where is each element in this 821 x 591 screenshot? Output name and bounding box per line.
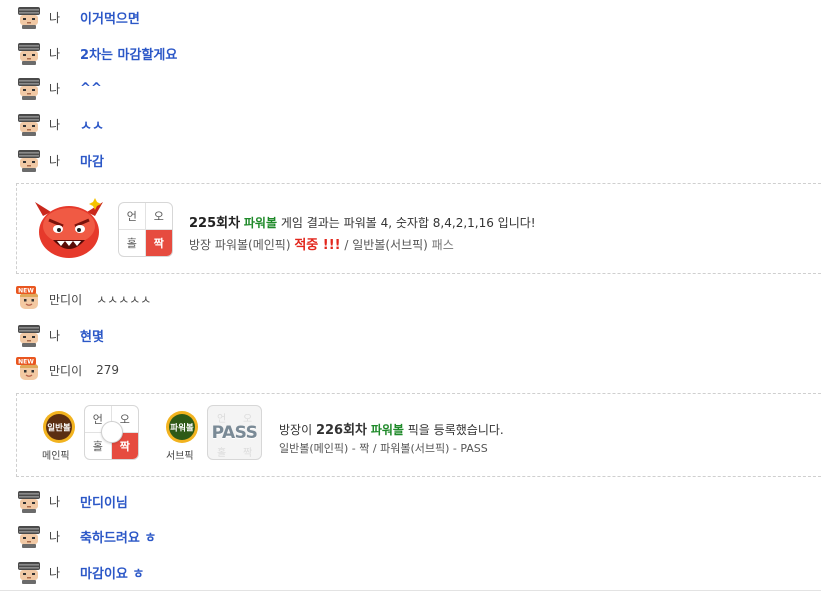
host-pick-label: 방장 파워볼(메인픽) [189, 238, 295, 252]
message-nick: 나 [49, 565, 61, 580]
message-text: 2차는 마감할게요 [80, 47, 178, 63]
message-text: 마감이요 ㅎ [80, 566, 145, 582]
grid-cell-odd: 홀 [119, 229, 146, 256]
message-nick: 나 [49, 117, 61, 132]
chat-message: 나 2차는 마감할게요 [16, 40, 177, 66]
grid-cell-under: 언 [119, 203, 146, 230]
message-text: ^^ [80, 80, 102, 96]
message-text: 축하드려요 ㅎ [80, 530, 157, 546]
helmet-soldier-avatar-icon [16, 111, 42, 137]
helmet-soldier-avatar-icon [16, 523, 42, 549]
helmet-soldier-avatar-icon [16, 559, 42, 585]
message-nick: 나 [49, 46, 61, 61]
message-nick: 나 [49, 494, 61, 509]
round-number: 225회차 [189, 216, 241, 231]
sub-pick-label: 서브픽 [166, 451, 194, 462]
odd-even-result-grid: 언 오 홀 짝 [118, 202, 173, 257]
pick-suffix: 픽을 등록했습니다. [403, 423, 504, 437]
message-text: ㅅㅅ [80, 118, 104, 134]
hit-status: 적중 !!! [294, 238, 341, 253]
faint-cell-odd: 홀 [217, 448, 227, 459]
pass-status: 패스 [431, 238, 454, 252]
message-nick: 나 [49, 153, 61, 168]
chat-message: 나 이거먹으면 [16, 4, 140, 30]
message-text: 마감 [80, 154, 104, 170]
pick-line-2: 일반볼(메인픽) - 짝 / 파워볼(서브픽) - PASS [279, 442, 488, 455]
pass-pick-box: 언 오 홀 짝 PASS [207, 405, 262, 460]
main-pick-label: 메인픽 [42, 451, 70, 462]
pick-registration-card: 일반볼 메인픽 언 오 홀 짝 파워볼 서브픽 언 오 홀 짝 PASS 방장이… [16, 393, 821, 477]
sub-badge-text: 파워볼 [170, 423, 194, 434]
helmet-soldier-avatar-icon [16, 75, 42, 101]
message-text: ㅅㅅㅅㅅㅅ [96, 292, 152, 307]
game-name: 파워볼 [370, 423, 404, 437]
chat-message: 나 마감이요 ㅎ [16, 559, 144, 585]
grid-cell-even-selected: 짝 [145, 229, 172, 256]
message-nick: 만디이 [49, 363, 83, 378]
round-number: 226회차 [315, 423, 367, 438]
helmet-soldier-avatar-icon [16, 40, 42, 66]
pick-toggle-knob [101, 421, 123, 443]
sub-pick-label: / 일반볼(서브픽) [340, 238, 432, 252]
chat-message: 나 ㅅㅅ [16, 111, 104, 137]
result-line-2: 방장 파워볼(메인픽) 적중 !!! / 일반볼(서브픽) 패스 [189, 234, 454, 253]
chat-message: 나 만디이님 [16, 488, 128, 514]
result-line-1: 225회차 파워볼 게임 결과는 파워볼 4, 숫자합 8,4,2,1,16 입… [189, 212, 536, 231]
helmet-soldier-avatar-icon [16, 322, 42, 348]
game-result-card: 언 오 홀 짝 225회차 파워볼 게임 결과는 파워볼 4, 숫자합 8,4,… [16, 183, 821, 274]
chat-message: 나 축하드려요 ㅎ [16, 523, 156, 549]
grid-cell-over: 오 [145, 203, 172, 230]
chat-message: 나 ^^ [16, 75, 102, 101]
result-detail: 게임 결과는 파워볼 4, 숫자합 8,4,2,1,16 입니다! [277, 216, 536, 230]
chat-message: 만디이 279 [16, 357, 119, 383]
general-ball-badge-icon: 일반볼 [43, 411, 75, 443]
pick-line-1: 방장이 226회차 파워볼 픽을 등록했습니다. [279, 419, 504, 438]
message-nick: 만디이 [49, 292, 83, 307]
game-name: 파워볼 [243, 216, 278, 230]
faint-cell-even: 짝 [243, 448, 253, 459]
chat-message: 만디이 ㅅㅅㅅㅅㅅ [16, 286, 151, 312]
helmet-soldier-avatar-icon [16, 4, 42, 30]
chat-message: 나 마감 [16, 147, 104, 173]
message-text: 이거먹으면 [80, 11, 140, 27]
message-text: 만디이님 [80, 495, 128, 511]
pick-prefix: 방장이 [279, 423, 316, 437]
powerball-badge-icon: 파워볼 [166, 411, 198, 443]
helmet-soldier-avatar-icon [16, 488, 42, 514]
message-text: 현몇 [80, 329, 104, 345]
new-user-avatar-icon [16, 357, 42, 383]
red-devil-emoji-icon [35, 198, 103, 258]
message-text: 279 [96, 363, 120, 377]
new-user-avatar-icon [16, 286, 42, 312]
message-nick: 나 [49, 529, 61, 544]
main-badge-text: 일반볼 [47, 423, 71, 434]
chat-message: 나 현몇 [16, 322, 104, 348]
message-nick: 나 [49, 10, 61, 25]
helmet-soldier-avatar-icon [16, 147, 42, 173]
message-nick: 나 [49, 81, 61, 96]
message-nick: 나 [49, 328, 61, 343]
pass-text: PASS [211, 423, 258, 443]
